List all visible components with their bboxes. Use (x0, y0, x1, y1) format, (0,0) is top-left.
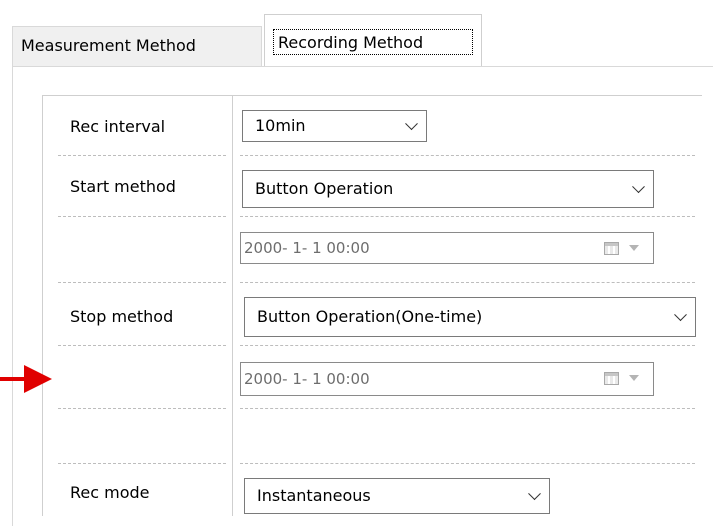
tab-label: Recording Method (278, 33, 424, 52)
row-separator (240, 282, 695, 283)
chevron-down-icon (632, 180, 645, 194)
row-separator (240, 216, 695, 217)
row-separator (240, 155, 695, 156)
row-separator (58, 345, 226, 346)
grid-divider (232, 95, 233, 516)
start-method-label: Start method (70, 177, 176, 196)
row-separator (58, 282, 226, 283)
dropdown-arrow-icon (629, 375, 639, 381)
rec-mode-label: Rec mode (70, 483, 150, 502)
row-separator (58, 155, 226, 156)
stop-method-select[interactable]: Button Operation(One-time) (244, 297, 696, 337)
stop-datetime-value: 2000- 1- 1 00:00 (244, 370, 370, 388)
start-method-select[interactable]: Button Operation (242, 170, 654, 208)
tab-recording-method[interactable]: Recording Method (264, 14, 482, 68)
tab-focus-rect: Recording Method (273, 29, 473, 55)
calendar-icon (604, 242, 619, 255)
start-method-value: Button Operation (255, 179, 394, 198)
arrow-right-icon (0, 365, 52, 393)
start-datetime-value: 2000- 1- 1 00:00 (244, 239, 370, 257)
tab-strip: Measurement Method Recording Method (12, 0, 713, 68)
row-separator (58, 463, 226, 464)
tab-measurement-method[interactable]: Measurement Method (12, 26, 262, 66)
tab-label: Measurement Method (21, 36, 196, 55)
rec-interval-select[interactable]: 10min (242, 110, 427, 142)
row-separator (240, 408, 695, 409)
calendar-icon (604, 372, 619, 385)
stop-datetime-picker[interactable]: 2000- 1- 1 00:00 (240, 362, 654, 396)
start-datetime-picker[interactable]: 2000- 1- 1 00:00 (240, 232, 654, 264)
rec-interval-value: 10min (255, 116, 306, 135)
rec-interval-label: Rec interval (70, 117, 166, 136)
row-separator (58, 408, 226, 409)
row-separator (58, 216, 226, 217)
chevron-down-icon (528, 487, 541, 501)
row-separator (240, 345, 695, 346)
chevron-down-icon (674, 308, 687, 322)
rec-mode-value: Instantaneous (257, 486, 371, 505)
stop-method-label: Stop method (70, 307, 174, 326)
row-separator (240, 463, 695, 464)
stop-method-value: Button Operation(One-time) (257, 307, 483, 326)
rec-mode-select[interactable]: Instantaneous (244, 478, 550, 514)
chevron-down-icon (405, 117, 418, 131)
dropdown-arrow-icon (629, 245, 639, 251)
